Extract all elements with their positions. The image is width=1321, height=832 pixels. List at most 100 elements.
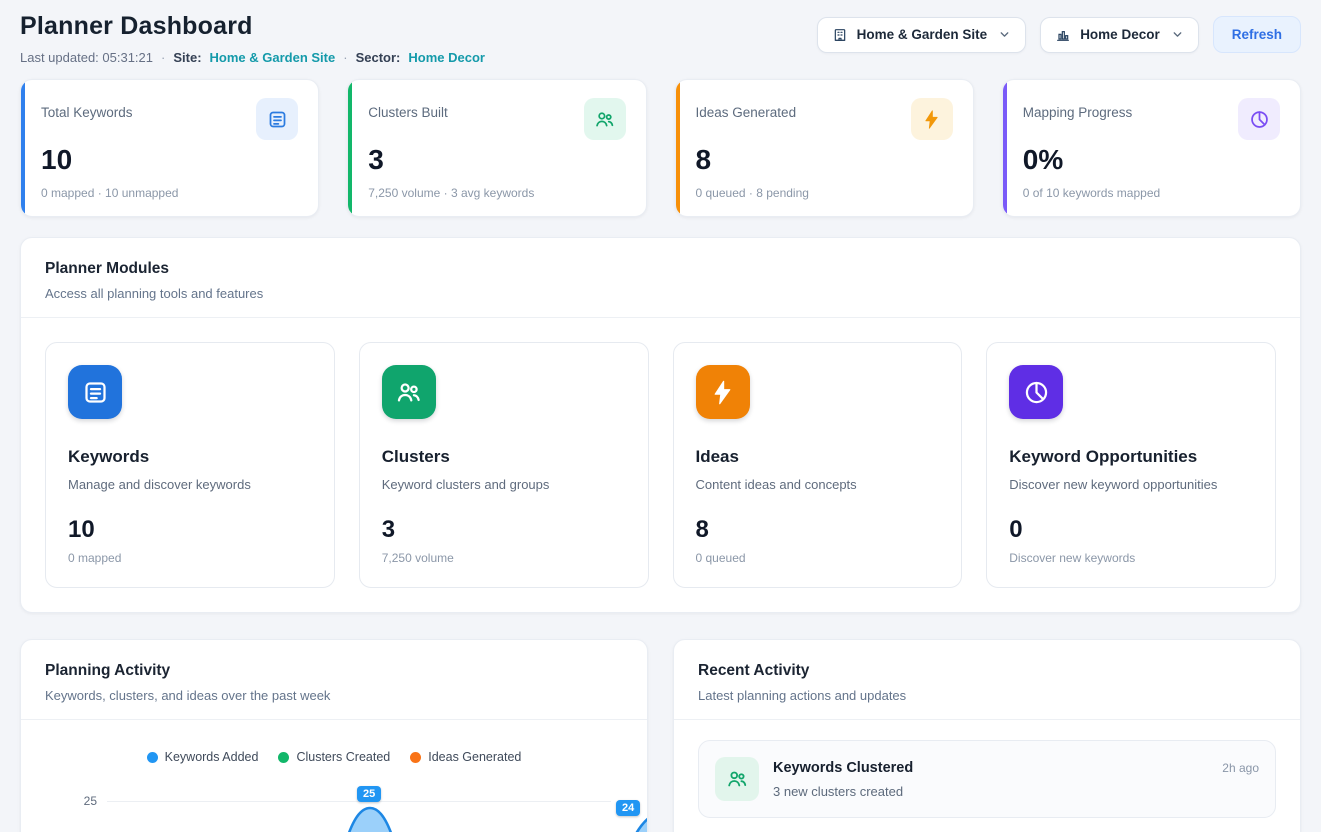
stat-detail: 7,250 volume · 3 avg keywords xyxy=(368,186,625,200)
stat-detail: 0 of 10 keywords mapped xyxy=(1023,186,1280,200)
stat-value: 8 xyxy=(696,144,953,176)
document-icon xyxy=(68,365,122,419)
module-card-clusters[interactable]: Clusters Keyword clusters and groups 3 7… xyxy=(359,342,649,588)
module-detail: Discover new keywords xyxy=(1009,551,1253,565)
legend-item-ideas-generated[interactable]: Ideas Generated xyxy=(410,750,521,764)
stat-value: 0% xyxy=(1023,144,1280,176)
data-point-label: 24 xyxy=(616,800,640,816)
stat-detail: 0 mapped · 10 unmapped xyxy=(41,186,298,200)
users-icon xyxy=(382,365,436,419)
refresh-button[interactable]: Refresh xyxy=(1213,16,1301,53)
separator-dot: · xyxy=(161,50,165,65)
legend-item-keywords-added[interactable]: Keywords Added xyxy=(147,750,259,764)
site-link[interactable]: Home & Garden Site xyxy=(210,50,336,65)
stat-label: Clusters Built xyxy=(368,98,448,120)
list-item-keywords-clustered: Keywords Clustered 3 new clusters create… xyxy=(698,740,1276,818)
module-title: Keywords xyxy=(68,447,312,467)
chart-legend: Keywords Added Clusters Created Ideas Ge… xyxy=(45,750,623,764)
module-detail: 0 mapped xyxy=(68,551,312,565)
stat-card-ideas-generated: Ideas Generated 8 0 queued · 8 pending xyxy=(675,79,974,217)
users-icon xyxy=(715,757,759,801)
legend-dot xyxy=(278,752,289,763)
module-detail: 7,250 volume xyxy=(382,551,626,565)
recent-activity-subtitle: Latest planning actions and updates xyxy=(698,688,1276,703)
sector-selector-dropdown[interactable]: Home Decor xyxy=(1040,17,1199,53)
modules-section-title: Planner Modules xyxy=(45,260,1276,278)
legend-label: Keywords Added xyxy=(165,750,259,764)
module-card-keywords[interactable]: Keywords Manage and discover keywords 10… xyxy=(45,342,335,588)
stat-card-total-keywords: Total Keywords 10 0 mapped · 10 unmapped xyxy=(20,79,319,217)
header-subtitle: Last updated: 05:31:21 · Site: Home & Ga… xyxy=(20,50,485,65)
module-title: Keyword Opportunities xyxy=(1009,447,1253,467)
planner-dashboard-page: Planner Dashboard Last updated: 05:31:21… xyxy=(0,0,1321,832)
recent-activity-title: Recent Activity xyxy=(698,662,1276,680)
module-value: 10 xyxy=(68,516,312,544)
activity-item-timestamp: 2h ago xyxy=(1222,761,1259,775)
recent-activity-list: Keywords Clustered 3 new clusters create… xyxy=(674,720,1300,832)
area-chart: 25 25 24 xyxy=(45,780,623,832)
site-selector-label: Home & Garden Site xyxy=(857,27,988,42)
module-description: Manage and discover keywords xyxy=(68,477,312,492)
legend-dot xyxy=(410,752,421,763)
stat-detail: 0 queued · 8 pending xyxy=(696,186,953,200)
planning-activity-subtitle: Keywords, clusters, and ideas over the p… xyxy=(45,688,623,703)
module-value: 0 xyxy=(1009,516,1253,544)
module-value: 8 xyxy=(696,516,940,544)
legend-dot xyxy=(147,752,158,763)
module-card-keyword-opportunities[interactable]: Keyword Opportunities Discover new keywo… xyxy=(986,342,1276,588)
module-title: Clusters xyxy=(382,447,626,467)
site-label: Site: xyxy=(173,50,201,65)
header-left: Planner Dashboard Last updated: 05:31:21… xyxy=(20,12,485,65)
planning-activity-panel: Planning Activity Keywords, clusters, an… xyxy=(20,639,648,832)
planning-activity-title: Planning Activity xyxy=(45,662,623,680)
legend-label: Clusters Created xyxy=(296,750,390,764)
page-title: Planner Dashboard xyxy=(20,12,485,41)
lightning-icon xyxy=(696,365,750,419)
stats-row: Total Keywords 10 0 mapped · 10 unmapped… xyxy=(20,79,1301,217)
stat-label: Mapping Progress xyxy=(1023,98,1133,120)
legend-label: Ideas Generated xyxy=(428,750,521,764)
activity-item-content: Keywords Clustered 3 new clusters create… xyxy=(773,757,1208,799)
header-actions: Home & Garden Site Home Decor Refresh xyxy=(817,16,1301,53)
pie-chart-icon xyxy=(1238,98,1280,140)
last-updated-text: Last updated: 05:31:21 xyxy=(20,50,153,65)
stat-label: Ideas Generated xyxy=(696,98,797,120)
module-title: Ideas xyxy=(696,447,940,467)
chevron-down-icon xyxy=(996,28,1011,41)
y-axis-tick: 25 xyxy=(75,794,97,808)
stat-value: 3 xyxy=(368,144,625,176)
module-description: Keyword clusters and groups xyxy=(382,477,626,492)
stat-accent-bar xyxy=(1003,80,1007,216)
module-value: 3 xyxy=(382,516,626,544)
bar-chart-icon xyxy=(1055,27,1071,43)
module-detail: 0 queued xyxy=(696,551,940,565)
bottom-row: Planning Activity Keywords, clusters, an… xyxy=(20,639,1301,832)
stat-card-mapping-progress: Mapping Progress 0% 0 of 10 keywords map… xyxy=(1002,79,1301,217)
activity-item-description: 3 new clusters created xyxy=(773,784,1208,799)
separator-dot: · xyxy=(343,50,347,65)
building-icon xyxy=(832,27,848,43)
stat-accent-bar xyxy=(348,80,352,216)
stat-accent-bar xyxy=(676,80,680,216)
legend-item-clusters-created[interactable]: Clusters Created xyxy=(278,750,390,764)
sector-selector-label: Home Decor xyxy=(1080,27,1160,42)
recent-activity-panel: Recent Activity Latest planning actions … xyxy=(673,639,1301,832)
site-selector-dropdown[interactable]: Home & Garden Site xyxy=(817,17,1027,53)
stat-card-clusters-built: Clusters Built 3 7,250 volume · 3 avg ke… xyxy=(347,79,646,217)
modules-section-subtitle: Access all planning tools and features xyxy=(45,286,1276,301)
chevron-down-icon xyxy=(1169,28,1184,41)
sector-link[interactable]: Home Decor xyxy=(408,50,485,65)
modules-grid: Keywords Manage and discover keywords 10… xyxy=(21,318,1300,612)
stat-accent-bar xyxy=(21,80,25,216)
planner-modules-panel: Planner Modules Access all planning tool… xyxy=(20,237,1301,613)
pie-chart-icon xyxy=(1009,365,1063,419)
activity-chart: Keywords Added Clusters Created Ideas Ge… xyxy=(21,720,647,832)
stat-value: 10 xyxy=(41,144,298,176)
activity-item-title: Keywords Clustered xyxy=(773,760,1208,776)
stat-label: Total Keywords xyxy=(41,98,133,120)
data-point-label: 25 xyxy=(357,786,381,802)
module-card-ideas[interactable]: Ideas Content ideas and concepts 8 0 que… xyxy=(673,342,963,588)
document-icon xyxy=(256,98,298,140)
module-description: Discover new keyword opportunities xyxy=(1009,477,1253,492)
sector-label: Sector: xyxy=(356,50,401,65)
